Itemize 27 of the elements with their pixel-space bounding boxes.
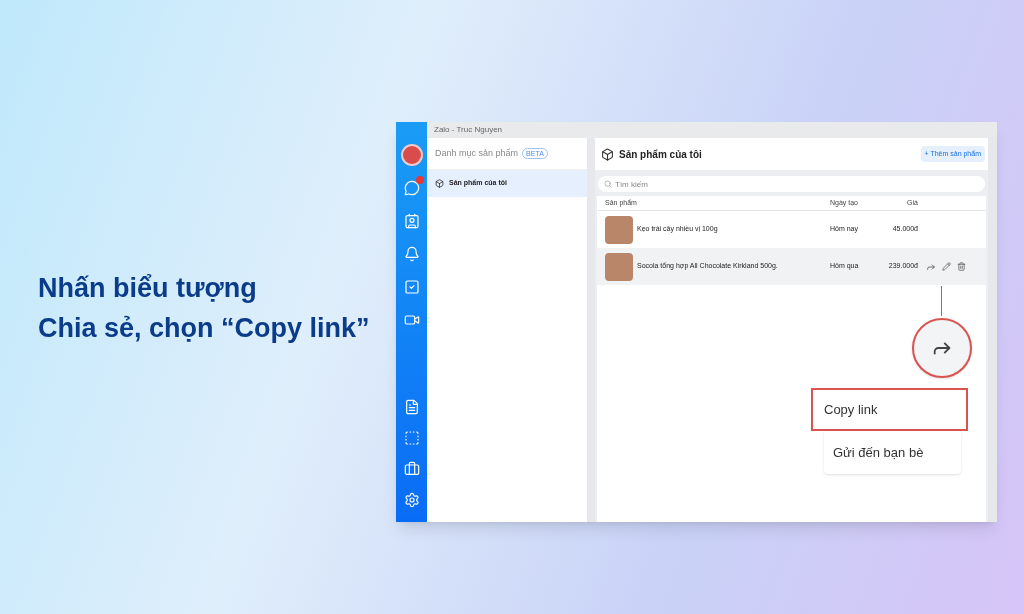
video-icon[interactable]	[403, 312, 420, 328]
panel-title: Danh mục sản phẩm	[435, 146, 519, 160]
file-icon[interactable]	[403, 399, 420, 415]
contacts-icon[interactable]	[403, 213, 420, 229]
product-photo	[605, 252, 633, 281]
bell-icon[interactable]	[403, 246, 420, 262]
share-menu-item[interactable]: Copy link	[811, 388, 968, 431]
leader-line	[941, 286, 942, 316]
search-field[interactable]: Tìm kiếm	[598, 176, 985, 192]
caption-text: Nhấn biểu tượng	[38, 272, 258, 305]
share-menu-item[interactable]: Gửi đến bạn bè	[824, 431, 961, 474]
box-icon	[435, 179, 444, 188]
panel-title: Sản phẩm của tôi	[619, 147, 702, 162]
dashed-square-icon[interactable]	[403, 430, 420, 446]
trash-icon[interactable]	[957, 262, 966, 271]
box-icon	[601, 147, 614, 161]
chat-icon[interactable]	[403, 180, 420, 196]
window-title: Zalo - Truc Nguyen	[427, 122, 997, 138]
product-photo	[605, 215, 633, 244]
checkbox-icon[interactable]	[403, 279, 420, 295]
settings-icon[interactable]	[403, 492, 420, 508]
share-icon[interactable]	[926, 261, 936, 272]
search-icon	[604, 180, 612, 188]
briefcase-icon[interactable]	[403, 461, 420, 477]
edit-icon[interactable]	[942, 262, 951, 271]
avatar[interactable]	[400, 144, 423, 166]
caption-text: Chia sẻ, chọn “Copy link”	[38, 312, 371, 345]
